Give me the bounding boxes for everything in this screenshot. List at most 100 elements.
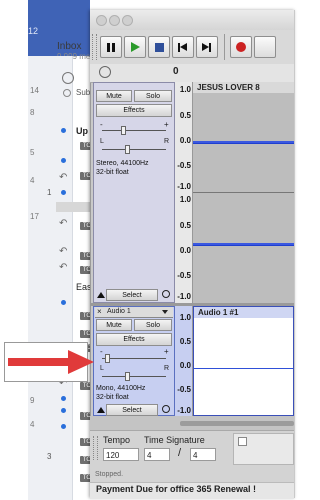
message-subject[interactable]: Payment Due for office 365 Renewal ! xyxy=(96,484,256,494)
select-track-button[interactable]: Select xyxy=(106,289,158,301)
gain-slider-track[interactable] xyxy=(102,130,166,131)
timeline-ruler[interactable] xyxy=(90,64,294,83)
scale-label: 1.0 xyxy=(179,313,191,322)
pan-left-label: L xyxy=(100,365,104,372)
track-menu-dropdown-icon[interactable] xyxy=(162,310,168,314)
amplitude-scale-mono[interactable]: 1.0 0.5 0.0 -0.5 -1.0 xyxy=(175,306,193,416)
collapse-track-icon[interactable] xyxy=(97,407,105,413)
row-count: 1 xyxy=(47,188,52,197)
track-bitdepth-info: 32-bit float xyxy=(96,394,129,401)
gain-plus-label: + xyxy=(164,120,169,129)
unread-dot-icon xyxy=(61,158,66,163)
select-all-circle-icon[interactable] xyxy=(63,89,71,97)
audacity-titlebar[interactable] xyxy=(90,10,294,31)
unread-dot-icon xyxy=(61,424,66,429)
waveform-mono-selected[interactable]: Audio 1 #1 xyxy=(193,306,294,416)
scale-label: -0.5 xyxy=(177,385,191,394)
loop-button[interactable] xyxy=(254,36,276,58)
reply-arrow-icon: ↶ xyxy=(59,246,68,257)
zoom-window-icon[interactable] xyxy=(122,15,133,26)
play-button[interactable] xyxy=(124,36,146,58)
waveform-right-channel[interactable] xyxy=(193,193,294,303)
time-signature-numerator[interactable]: 4 xyxy=(144,448,170,461)
snap-checkbox[interactable] xyxy=(238,437,247,446)
mail-sidebar: 14 8 5 4 17 9 4 xyxy=(28,56,73,500)
track-bitdepth-info: 32-bit float xyxy=(96,169,129,176)
select-track-button[interactable]: Select xyxy=(106,404,158,416)
pan-slider-track[interactable] xyxy=(102,376,166,377)
tempo-label: Tempo xyxy=(103,435,131,445)
column-header-subject[interactable]: Sub xyxy=(76,88,90,97)
sidebar-count: 9 xyxy=(30,396,35,405)
solo-button[interactable]: Solo xyxy=(134,90,172,102)
horizontal-scrollbar[interactable] xyxy=(180,421,294,426)
sync-lock-clock-icon xyxy=(162,405,170,413)
gain-slider-track[interactable] xyxy=(102,358,166,359)
skip-to-end-button[interactable] xyxy=(196,36,218,58)
toolbar-grabber[interactable] xyxy=(92,34,97,60)
settings-gear-icon[interactable] xyxy=(62,72,74,84)
scale-label: -0.5 xyxy=(177,271,191,280)
solo-button[interactable]: Solo xyxy=(134,319,172,331)
unread-dot-icon xyxy=(61,190,66,195)
sync-lock-clock-icon xyxy=(162,290,170,298)
mute-button[interactable]: Mute xyxy=(96,319,132,331)
scale-label: 0.0 xyxy=(179,246,191,255)
timeline-options-gear-icon[interactable] xyxy=(99,66,111,78)
pan-slider-knob[interactable] xyxy=(125,145,130,154)
track-format-info: Stereo, 44100Hz xyxy=(96,160,149,167)
reply-arrow-icon: ↶ xyxy=(59,172,68,183)
collapse-track-icon[interactable] xyxy=(97,292,105,298)
inbox-title[interactable]: Inbox xyxy=(57,41,81,52)
scale-label: 1.0 xyxy=(179,85,191,94)
track-control-panel[interactable]: Mute Solo Effects - + L R Stereo, 44100H… xyxy=(93,82,175,303)
tempo-value: 120 xyxy=(106,451,120,460)
sidebar-count: 4 xyxy=(30,420,35,429)
scale-label: -1.0 xyxy=(177,182,191,191)
message-subject-preview[interactable]: Up xyxy=(76,126,88,136)
pause-button[interactable] xyxy=(100,36,122,58)
scale-label: 0.5 xyxy=(179,111,191,120)
toolbar-grabber[interactable] xyxy=(93,436,98,460)
skip-to-start-button[interactable] xyxy=(172,36,194,58)
stop-button[interactable] xyxy=(148,36,170,58)
unread-dot-icon xyxy=(61,408,66,413)
time-signature-denominator[interactable]: 4 xyxy=(190,448,216,461)
selected-message-highlight xyxy=(56,202,90,212)
sidebar-count: 4 xyxy=(30,176,35,185)
unread-dot-icon xyxy=(61,300,66,305)
clip-name: JESUS LOVER 8 xyxy=(197,83,260,92)
gain-minus-label: - xyxy=(100,347,103,356)
close-window-icon[interactable] xyxy=(96,15,107,26)
amplitude-scale-right-channel[interactable]: 1.0 0.5 0.0 -0.5 -1.0 xyxy=(175,192,193,303)
track-format-info: Mono, 44100Hz xyxy=(96,385,146,392)
track-control-panel-selected[interactable]: × Audio 1 Mute Solo Effects - + L R Mono… xyxy=(93,306,175,416)
pan-slider-knob[interactable] xyxy=(125,372,130,381)
toolbar-divider xyxy=(224,34,225,60)
red-arrow-icon xyxy=(8,350,94,374)
pan-slider-track[interactable] xyxy=(102,149,166,150)
scale-label: -1.0 xyxy=(177,292,191,301)
tempo-input[interactable]: 120 xyxy=(103,448,139,461)
gain-slider-knob[interactable] xyxy=(105,354,110,363)
sidebar-count: 5 xyxy=(30,148,35,157)
scale-label: 1.0 xyxy=(179,195,191,204)
sidebar-count: 14 xyxy=(30,86,39,95)
waveform-center-line xyxy=(193,245,294,246)
close-track-icon[interactable]: × xyxy=(97,307,102,317)
gain-slider-knob[interactable] xyxy=(121,126,126,135)
waveform-center-line xyxy=(193,143,294,144)
effects-button[interactable]: Effects xyxy=(96,333,172,346)
minimize-window-icon[interactable] xyxy=(109,15,120,26)
amplitude-scale-left-channel[interactable]: 1.0 0.5 0.0 -0.5 -1.0 xyxy=(175,82,193,192)
scale-label: -0.5 xyxy=(177,161,191,170)
scale-label: -1.0 xyxy=(177,406,191,415)
scale-label: 0.5 xyxy=(179,337,191,346)
mute-button[interactable]: Mute xyxy=(96,90,132,102)
effects-button[interactable]: Effects xyxy=(96,104,172,117)
time-signature-label: Time Signature xyxy=(144,435,205,445)
status-text: Stopped. xyxy=(95,471,124,478)
record-button[interactable] xyxy=(230,36,252,58)
waveform-left-channel[interactable]: JESUS LOVER 8 xyxy=(193,82,294,192)
track-name[interactable]: Audio 1 xyxy=(107,307,131,317)
